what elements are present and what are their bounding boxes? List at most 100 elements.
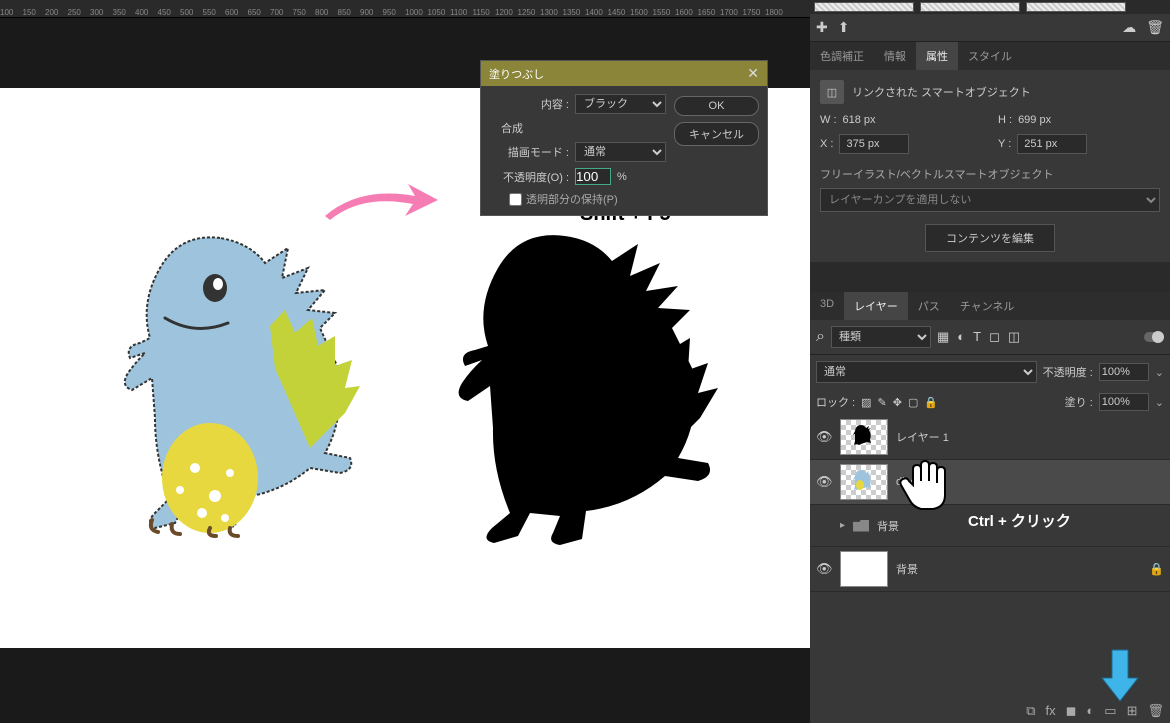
layer-row[interactable]: 👁 背景 🔒	[810, 547, 1170, 592]
layer-opacity-label: 不透明度 :	[1043, 364, 1093, 380]
layer-tab-2[interactable]: パス	[908, 292, 950, 320]
filter-shape-icon[interactable]: ◻	[989, 329, 1000, 345]
fill-dropdown-icon[interactable]: ⌄	[1155, 396, 1164, 409]
preserve-transparency-label: 透明部分の保持(P)	[526, 191, 618, 207]
cancel-button[interactable]: キャンセル	[674, 122, 759, 146]
layer-comp-select[interactable]: レイヤーカンプを適用しない	[820, 188, 1160, 212]
group-icon[interactable]: ▭	[1104, 703, 1116, 719]
composite-section-label: 合成	[501, 120, 666, 136]
ctrl-click-label: Ctrl + クリック	[968, 510, 1071, 531]
dinosaur-original-artwork	[80, 218, 360, 538]
content-select[interactable]: ブラック	[575, 94, 666, 114]
layer-name-text: レイヤー 1	[896, 429, 949, 445]
width-label: W :	[820, 114, 837, 126]
linked-path-label: フリーイラスト/ベクトルスマートオブジェクト	[820, 166, 1160, 182]
horizontal-ruler: 1001502002503003504004505005506006507007…	[0, 0, 810, 18]
layer-tab-0[interactable]: 3D	[810, 292, 844, 320]
mode-label: 描画モード :	[489, 144, 569, 160]
layer-tab-3[interactable]: チャンネル	[950, 292, 1025, 320]
x-label: X :	[820, 138, 833, 150]
cloud-icon[interactable]: ☁	[1122, 19, 1136, 36]
visibility-eye-icon[interactable]: 👁	[816, 429, 832, 445]
properties-tabs: 色調補正情報属性スタイル	[810, 42, 1170, 70]
filter-type-icon[interactable]: T	[973, 329, 981, 345]
library-thumb[interactable]	[920, 2, 1020, 12]
dinosaur-silhouette-artwork	[420, 218, 720, 548]
lock-artboard-icon[interactable]: ▢	[908, 396, 918, 409]
fill-label: 塗り :	[1065, 394, 1093, 410]
width-value: 618 px	[843, 114, 876, 126]
delete-layer-icon[interactable]: 🗑	[1147, 703, 1164, 719]
smart-object-icon: ◫	[820, 80, 844, 104]
height-label: H :	[998, 114, 1012, 126]
height-value: 699 px	[1018, 114, 1051, 126]
opacity-unit: %	[617, 171, 627, 183]
search-icon[interactable]: ⌕	[816, 328, 825, 346]
library-thumb[interactable]	[814, 2, 914, 12]
fill-dialog: 塗りつぶし ✕ 内容 : ブラック 合成 描画モード : 通常 不透明度(O) …	[480, 60, 768, 216]
filter-type-select[interactable]: 種類	[831, 326, 931, 348]
layer-row[interactable]: 👁 レイヤー 1	[810, 415, 1170, 460]
properties-panel: ◫ リンクされた スマートオブジェクト W :618 px H :699 px …	[810, 70, 1170, 262]
dialog-title-text: 塗りつぶし	[489, 66, 544, 82]
trash-icon[interactable]: 🗑	[1146, 19, 1164, 36]
mask-icon[interactable]: ◼	[1066, 703, 1077, 719]
library-thumbnails	[810, 0, 1170, 14]
ok-button[interactable]: OK	[674, 96, 759, 116]
layer-filter-row: ⌕ 種類 ▦ ◐ T ◻ ◫	[810, 320, 1170, 355]
filter-toggle[interactable]	[1144, 332, 1164, 342]
folder-icon	[853, 520, 869, 532]
opacity-input[interactable]	[575, 168, 611, 185]
close-icon[interactable]: ✕	[747, 65, 759, 82]
props-tab-3[interactable]: スタイル	[958, 42, 1022, 70]
layer-name-text: dinosaur	[896, 476, 938, 488]
chevron-right-icon[interactable]: ▸	[840, 520, 845, 531]
blend-mode-select[interactable]: 通常	[816, 361, 1037, 383]
fx-icon[interactable]: fx	[1046, 703, 1056, 719]
link-layers-icon[interactable]: ⧉	[1026, 703, 1035, 719]
lock-label: ロック :	[816, 394, 855, 410]
layer-thumbnail[interactable]	[840, 464, 888, 500]
properties-header-text: リンクされた スマートオブジェクト	[852, 84, 1031, 100]
layer-opacity-input[interactable]	[1099, 363, 1149, 381]
layers-bottom-toolbar: ⧉ fx ◼ ◐ ▭ ⊞ 🗑	[1026, 703, 1164, 719]
adjustment-icon[interactable]: ◐	[1086, 703, 1094, 719]
y-label: Y :	[998, 138, 1011, 150]
y-input[interactable]	[1017, 134, 1087, 154]
layers-panel-tabs: 3Dレイヤーパスチャンネル	[810, 292, 1170, 320]
add-icon[interactable]: ✚	[816, 19, 828, 36]
filter-smart-icon[interactable]: ◫	[1008, 329, 1020, 345]
props-tab-0[interactable]: 色調補正	[810, 42, 874, 70]
layer-thumbnail[interactable]	[840, 419, 888, 455]
new-layer-icon[interactable]: ⊞	[1127, 703, 1138, 719]
lock-position-icon[interactable]: ✥	[893, 396, 902, 409]
layer-name-text: 背景	[896, 561, 918, 577]
dialog-titlebar[interactable]: 塗りつぶし ✕	[481, 61, 767, 86]
upload-icon[interactable]: ⬆	[838, 19, 850, 36]
fill-opacity-input[interactable]	[1099, 393, 1149, 411]
filter-pixel-icon[interactable]: ▦	[937, 329, 949, 345]
props-tab-1[interactable]: 情報	[874, 42, 916, 70]
library-action-bar: ✚ ⬆ ☁ 🗑	[810, 14, 1170, 42]
right-panel: ✚ ⬆ ☁ 🗑 色調補正情報属性スタイル ◫ リンクされた スマートオブジェクト…	[810, 0, 1170, 723]
lock-paint-icon[interactable]: ✎	[878, 396, 887, 409]
tutorial-arrow-icon	[320, 178, 440, 228]
layer-thumbnail[interactable]	[840, 551, 888, 587]
opacity-dropdown-icon[interactable]: ⌄	[1155, 366, 1164, 379]
library-thumb[interactable]	[1026, 2, 1126, 12]
lock-icon: 🔒	[1149, 562, 1164, 576]
opacity-label: 不透明度(O) :	[489, 169, 569, 185]
preserve-transparency-checkbox[interactable]	[509, 193, 522, 206]
x-input[interactable]	[839, 134, 909, 154]
lock-transparency-icon[interactable]: ▨	[861, 396, 871, 409]
lock-all-icon[interactable]: 🔒	[924, 396, 938, 409]
layer-row[interactable]: 👁 dinosaur	[810, 460, 1170, 505]
visibility-eye-icon[interactable]: 👁	[816, 561, 832, 577]
visibility-eye-icon[interactable]: 👁	[816, 474, 832, 490]
filter-adjustment-icon[interactable]: ◐	[957, 329, 965, 345]
layer-tab-1[interactable]: レイヤー	[844, 292, 908, 320]
props-tab-2[interactable]: 属性	[916, 42, 958, 70]
layer-name-text: 背景	[877, 518, 899, 534]
edit-contents-button[interactable]: コンテンツを編集	[925, 224, 1055, 252]
mode-select[interactable]: 通常	[575, 142, 666, 162]
